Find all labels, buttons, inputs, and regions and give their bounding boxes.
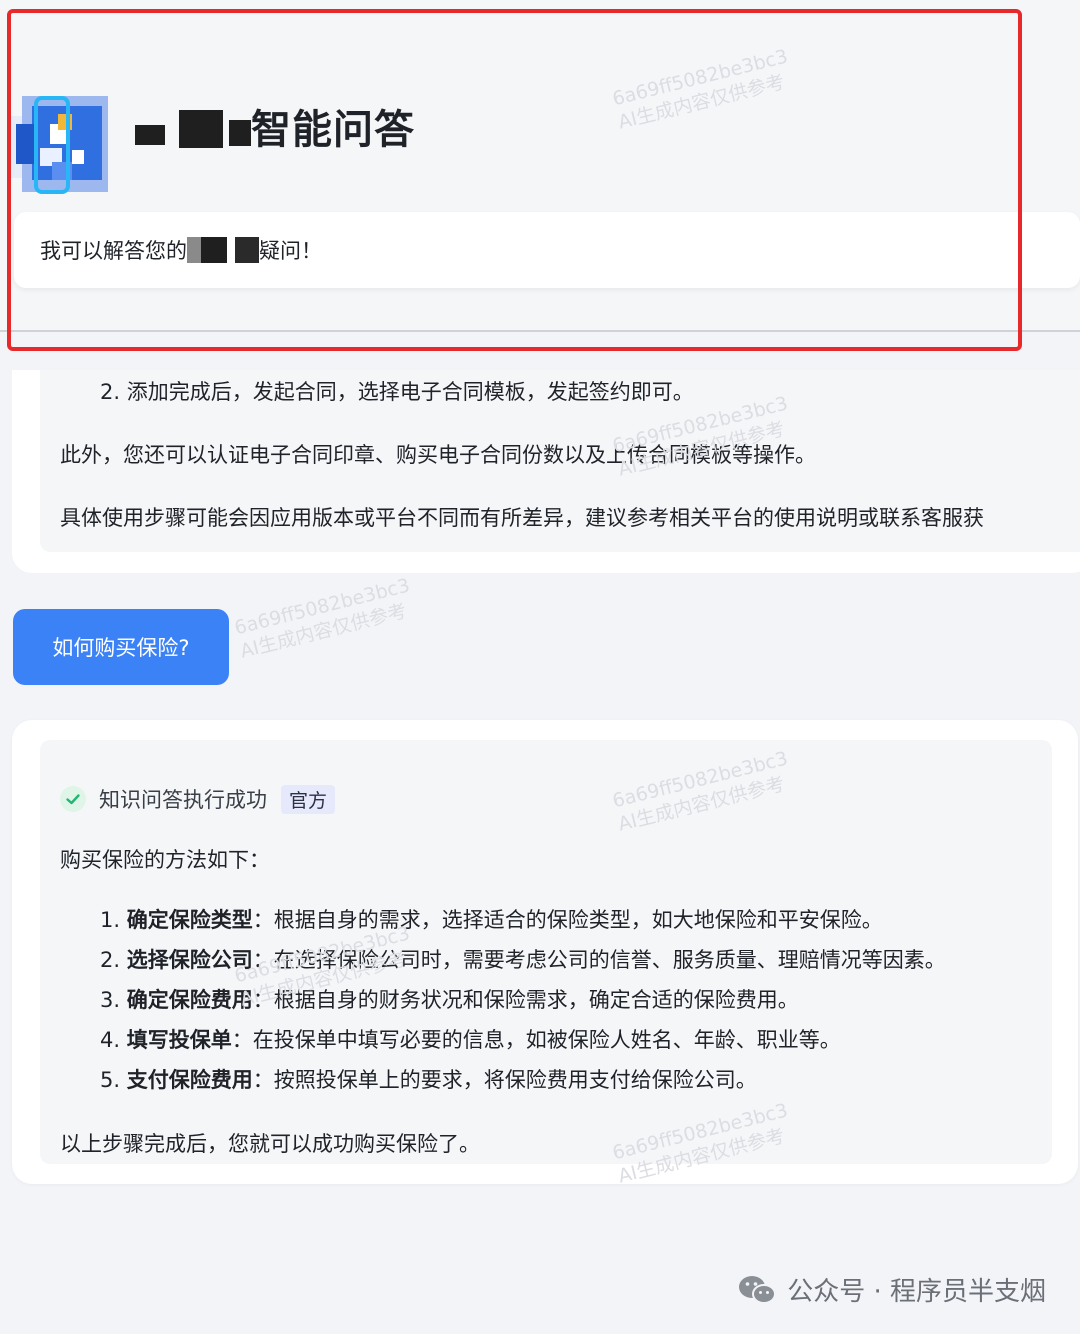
list-item: 3. 确定保险费用：根据自身的财务状况和保险需求，确定合适的保险费用。 <box>100 980 946 1020</box>
answer-intro: 购买保险的方法如下： <box>60 848 270 872</box>
step-number: 3. <box>100 988 121 1012</box>
official-badge: 官方 <box>281 784 336 814</box>
step-title: 填写投保单 <box>126 1028 232 1052</box>
watermark: 6a69ff5082be3bc3 AI生成内容仅供参考 <box>232 574 418 664</box>
answer-outro: 以上步骤完成后，您就可以成功购买保险了。 <box>60 1132 480 1156</box>
step-text: ：按照投保单上的要求，将保险费用支付给保险公司。 <box>252 1068 757 1092</box>
status-text: 知识问答执行成功 <box>99 788 267 812</box>
footer-credit: 公众号 · 程序员半支烟 <box>737 1271 1046 1308</box>
answer-card: 知识问答执行成功 官方 购买保险的方法如下： 1. 确定保险类型：根据自身的需求… <box>12 720 1078 1184</box>
step-number: 5. <box>100 1068 121 1092</box>
user-question-bubble[interactable]: 如何购买保险? <box>13 609 229 685</box>
answer-content: 知识问答执行成功 官方 购买保险的方法如下： 1. 确定保险类型：根据自身的需求… <box>40 740 1052 1164</box>
step-text: ：在投保单中填写必要的信息，如被保险人姓名、年龄、职业等。 <box>231 1028 841 1052</box>
list-item: 4. 填写投保单：在投保单中填写必要的信息，如被保险人姓名、年龄、职业等。 <box>100 1020 946 1060</box>
previous-answer-content: 2. 添加完成后，发起合同，选择电子合同模板，发起签约即可。 此外，您还可以认证… <box>40 370 1080 552</box>
previous-answer-card: 2. 添加完成后，发起合同，选择电子合同模板，发起签约即可。 此外，您还可以认证… <box>12 370 1080 573</box>
step-number: 4. <box>100 1028 121 1052</box>
status-row: 知识问答执行成功 官方 <box>60 784 336 814</box>
list-item: 2. 选择保险公司：在选择保险公司时，需要考虑公司的信誉、服务质量、理赔情况等因… <box>100 940 946 980</box>
list-item: 5. 支付保险费用：按照投保单上的要求，将保险费用支付给保险公司。 <box>100 1060 946 1100</box>
highlight-frame <box>7 9 1022 351</box>
step-title: 确定保险类型 <box>126 908 253 932</box>
previous-note-text: 具体使用步骤可能会因应用版本或平台不同而有所差异，建议参考相关平台的使用说明或联… <box>60 506 984 530</box>
watermark-note: AI生成内容仅供参考 <box>238 599 409 663</box>
step-title: 确定保险费用 <box>126 988 253 1012</box>
previous-extra-text: 此外，您还可以认证电子合同印章、购买电子合同份数以及上传合同模板等操作。 <box>60 443 816 467</box>
list-item: 1. 确定保险类型：根据自身的需求，选择适合的保险类型，如大地保险和平安保险。 <box>100 900 946 940</box>
step-number: 1. <box>100 908 121 932</box>
step-number: 2. <box>100 948 121 972</box>
step-text: ：根据自身的需求，选择适合的保险类型，如大地保险和平安保险。 <box>252 908 883 932</box>
step-text: ：根据自身的财务状况和保险需求，确定合适的保险费用。 <box>252 988 799 1012</box>
previous-step-2: 2. 添加完成后，发起合同，选择电子合同模板，发起签约即可。 <box>100 380 694 404</box>
answer-steps: 1. 确定保险类型：根据自身的需求，选择适合的保险类型，如大地保险和平安保险。 … <box>100 900 946 1100</box>
wechat-icon <box>739 1275 777 1304</box>
step-text: ：在选择保险公司时，需要考虑公司的信誉、服务质量、理赔情况等因素。 <box>252 948 946 972</box>
step-title: 选择保险公司 <box>126 948 253 972</box>
footer-text: 公众号 · 程序员半支烟 <box>787 1277 1046 1307</box>
success-check-icon <box>60 786 86 812</box>
step-title: 支付保险费用 <box>126 1068 253 1092</box>
watermark-id: 6a69ff5082be3bc3 <box>232 574 413 640</box>
